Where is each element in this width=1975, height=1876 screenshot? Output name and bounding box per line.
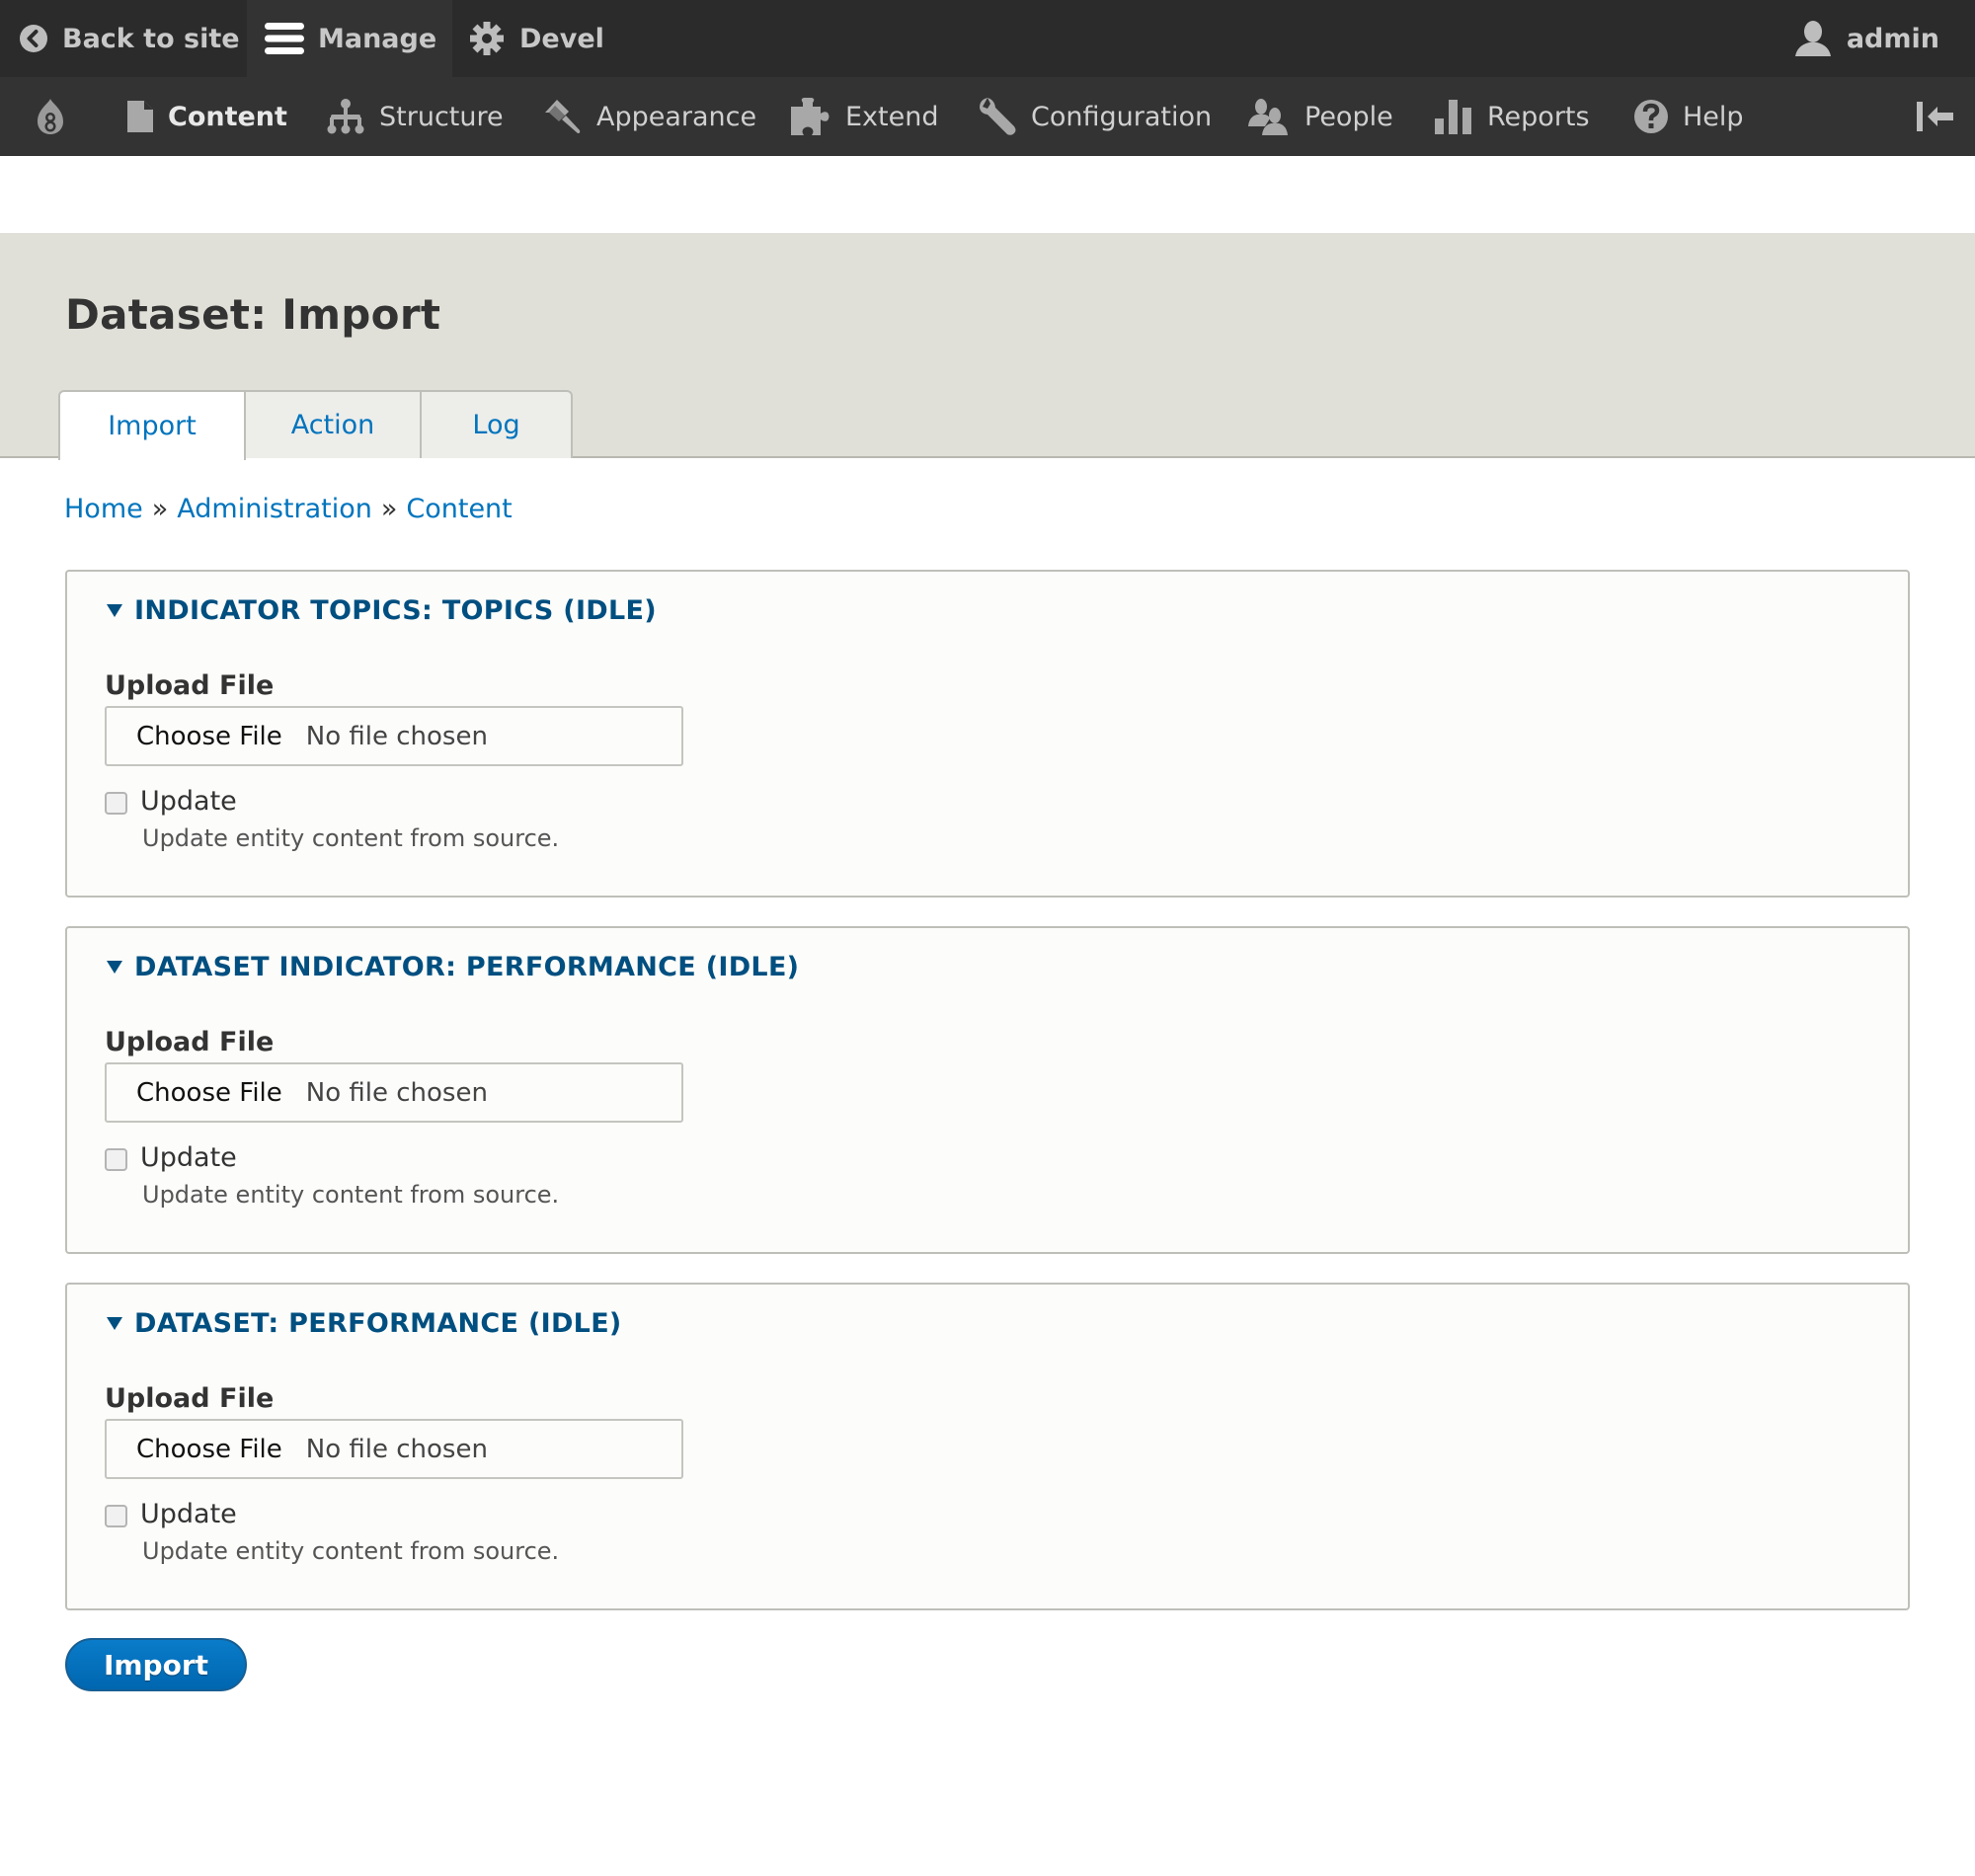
nav-structure[interactable]: Structure <box>326 77 504 156</box>
file-icon <box>127 101 153 132</box>
devel-tab[interactable]: Devel <box>468 0 604 77</box>
nav-content[interactable]: Content <box>126 77 287 156</box>
triangle-down-icon <box>107 961 122 974</box>
breadcrumb-administration[interactable]: Administration <box>177 494 372 524</box>
nav-people[interactable]: People <box>1247 77 1393 156</box>
breadcrumb-separator: » <box>151 494 169 524</box>
primary-tabs: Import Action Log <box>58 390 573 460</box>
tab-import[interactable]: Import <box>58 390 246 460</box>
nav-people-label: People <box>1304 101 1393 132</box>
choose-file-button[interactable]: Choose File <box>136 1078 282 1108</box>
import-submit-button[interactable]: Import <box>65 1638 247 1691</box>
nav-content-label: Content <box>168 101 287 132</box>
wrench-icon <box>980 98 1016 135</box>
sitemap-icon <box>327 99 364 134</box>
triangle-down-icon <box>107 1317 122 1330</box>
fieldset-indicator-topics: INDICATOR TOPICS: TOPICS (IDLE) Upload F… <box>65 570 1910 898</box>
file-status: No file chosen <box>305 721 488 751</box>
manage-label: Manage <box>318 23 437 54</box>
admin-toolbar: Back to site Manage Devel admin <box>0 0 1975 77</box>
nav-appearance[interactable]: Appearance <box>543 77 756 156</box>
update-checkbox-label[interactable]: Update <box>140 786 237 817</box>
user-icon <box>1794 21 1831 56</box>
breadcrumb: Home » Administration » Content <box>64 494 513 524</box>
update-description: Update entity content from source. <box>142 1181 560 1209</box>
fieldset-toggle[interactable]: DATASET: PERFORMANCE (IDLE) <box>107 1308 622 1339</box>
tab-log[interactable]: Log <box>420 390 573 458</box>
nav-reports-label: Reports <box>1487 101 1590 132</box>
breadcrumb-home[interactable]: Home <box>64 494 143 524</box>
choose-file-button[interactable]: Choose File <box>136 722 282 751</box>
breadcrumb-separator: » <box>380 494 398 524</box>
manage-tray: Content Structure Appearance Extend Conf… <box>0 77 1975 156</box>
upload-file-input[interactable]: Choose File No file chosen <box>105 1062 683 1123</box>
update-checkbox[interactable] <box>105 792 127 815</box>
chevron-left-circle-icon <box>20 25 47 52</box>
upload-file-input[interactable]: Choose File No file chosen <box>105 706 683 766</box>
update-checkbox[interactable] <box>105 1505 127 1527</box>
bar-chart-icon <box>1435 100 1471 134</box>
upload-file-label: Upload File <box>105 670 275 701</box>
page-header: Dataset: Import Import Action Log <box>0 233 1975 460</box>
upload-file-label: Upload File <box>105 1383 275 1414</box>
drupal-home-link[interactable] <box>34 77 81 156</box>
devel-label: Devel <box>519 23 604 54</box>
nav-extend-label: Extend <box>845 101 939 132</box>
fieldset-legend: DATASET: PERFORMANCE (IDLE) <box>134 1308 622 1339</box>
nav-configuration-label: Configuration <box>1031 101 1213 132</box>
fieldset-legend: DATASET INDICATOR: PERFORMANCE (IDLE) <box>134 952 800 982</box>
tab-action[interactable]: Action <box>244 390 422 458</box>
fieldset-toggle[interactable]: INDICATOR TOPICS: TOPICS (IDLE) <box>107 595 657 626</box>
update-description: Update entity content from source. <box>142 824 560 852</box>
update-checkbox-label[interactable]: Update <box>140 1142 237 1173</box>
nav-structure-label: Structure <box>379 101 504 132</box>
fieldset-toggle[interactable]: DATASET INDICATOR: PERFORMANCE (IDLE) <box>107 952 799 982</box>
puzzle-icon <box>791 98 830 135</box>
help-icon <box>1634 100 1668 133</box>
toolbar-orientation-toggle[interactable] <box>1916 77 1971 156</box>
back-to-site-label: Back to site <box>62 23 240 54</box>
file-status: No file chosen <box>305 1434 488 1464</box>
file-status: No file chosen <box>305 1077 488 1108</box>
fieldset-dataset-indicator-performance: DATASET INDICATOR: PERFORMANCE (IDLE) Up… <box>65 926 1910 1254</box>
drupal-logo-icon <box>38 99 63 134</box>
page-title: Dataset: Import <box>65 290 441 339</box>
choose-file-button[interactable]: Choose File <box>136 1435 282 1464</box>
upload-file-label: Upload File <box>105 1027 275 1057</box>
nav-appearance-label: Appearance <box>596 101 757 132</box>
nav-help[interactable]: Help <box>1633 77 1744 156</box>
nav-extend[interactable]: Extend <box>790 77 939 156</box>
gear-icon <box>470 22 504 55</box>
user-menu[interactable]: admin <box>1793 0 1939 77</box>
upload-file-input[interactable]: Choose File No file chosen <box>105 1419 683 1479</box>
nav-configuration[interactable]: Configuration <box>978 77 1212 156</box>
paintbrush-icon <box>545 100 581 133</box>
user-name: admin <box>1846 23 1939 54</box>
fieldset-dataset-performance: DATASET: PERFORMANCE (IDLE) Upload File … <box>65 1283 1910 1610</box>
nav-reports[interactable]: Reports <box>1434 77 1590 156</box>
back-to-site-link[interactable]: Back to site <box>19 0 240 77</box>
update-checkbox[interactable] <box>105 1148 127 1171</box>
breadcrumb-content[interactable]: Content <box>406 494 512 524</box>
hamburger-icon <box>265 23 304 54</box>
nav-help-label: Help <box>1683 101 1744 132</box>
collapse-left-icon <box>1917 102 1953 131</box>
fieldset-legend: INDICATOR TOPICS: TOPICS (IDLE) <box>134 595 657 626</box>
update-checkbox-label[interactable]: Update <box>140 1499 237 1529</box>
people-icon <box>1248 99 1288 135</box>
triangle-down-icon <box>107 604 122 617</box>
manage-tab[interactable]: Manage <box>247 0 452 77</box>
update-description: Update entity content from source. <box>142 1537 560 1565</box>
